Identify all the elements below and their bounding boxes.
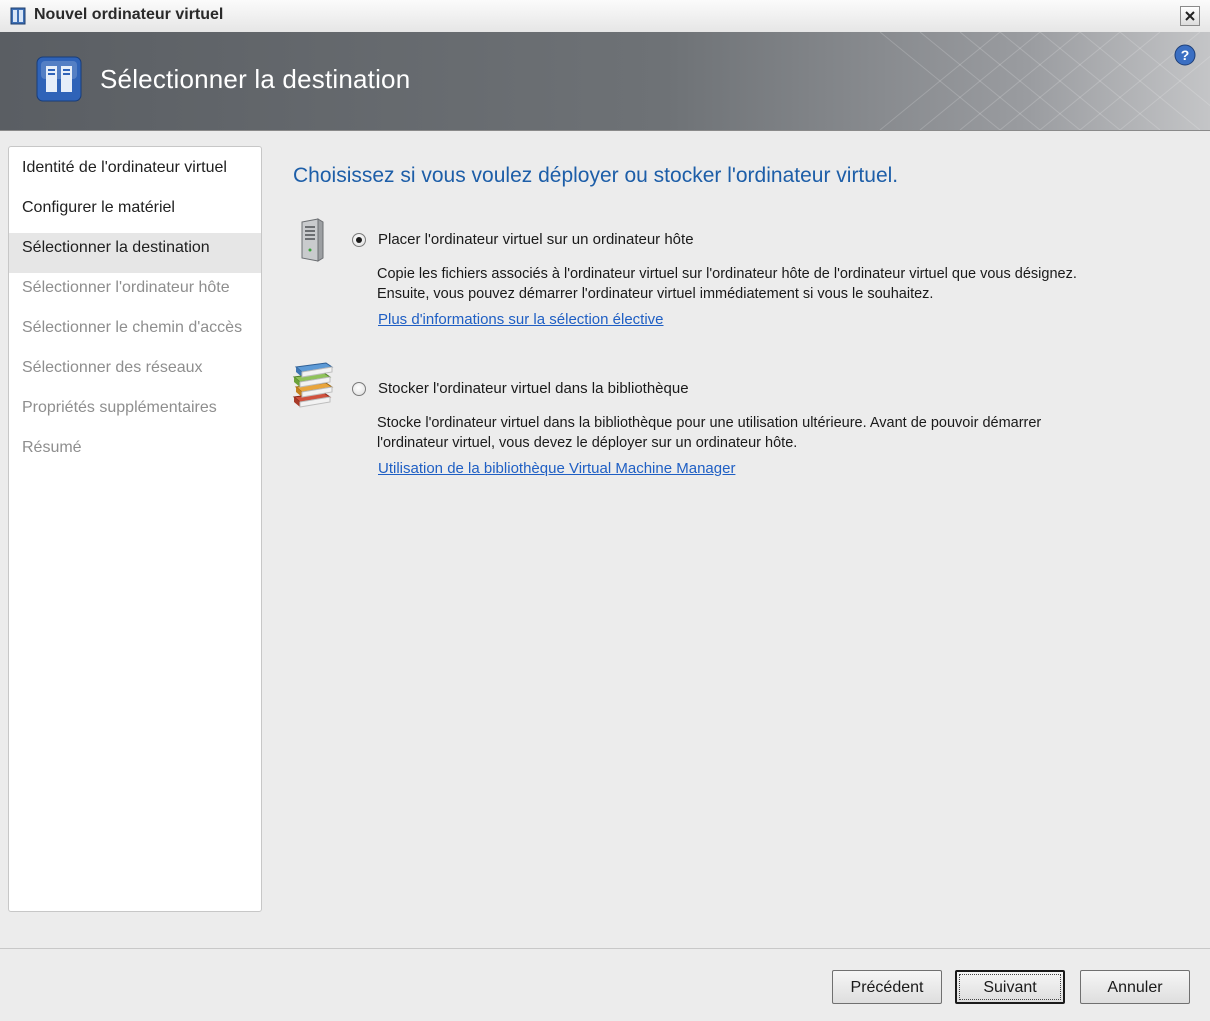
sidebar-item-chemin[interactable]: Sélectionner le chemin d'accès <box>9 313 261 353</box>
previous-button[interactable]: Précédent <box>832 970 942 1004</box>
option-store-description: Stocke l'ordinateur virtuel dans la bibl… <box>377 413 1167 453</box>
sidebar-item-identite[interactable]: Identité de l'ordinateur virtuel <box>9 153 261 193</box>
cancel-button[interactable]: Annuler <box>1080 970 1190 1004</box>
server-doc-icon <box>10 7 26 25</box>
option-deploy-description: Copie les fichiers associés à l'ordinate… <box>377 264 1167 304</box>
svg-text:?: ? <box>1181 47 1190 63</box>
window-title: Nouvel ordinateur virtuel <box>34 6 224 23</box>
close-icon <box>1185 11 1195 21</box>
library-usage-link[interactable]: Utilisation de la bibliothèque Virtual M… <box>378 460 735 477</box>
sidebar-item-destination[interactable]: Sélectionner la destination <box>9 233 261 273</box>
main-heading: Choisissez si vous voulez déployer ou st… <box>293 164 899 187</box>
wizard-steps-sidebar: Identité de l'ordinateur virtuel Configu… <box>8 146 262 912</box>
sidebar-item-materiel[interactable]: Configurer le matériel <box>9 193 261 233</box>
option-store-radio[interactable] <box>352 382 366 396</box>
sidebar-item-proprietes[interactable]: Propriétés supplémentaires <box>9 393 261 433</box>
footer-divider <box>0 948 1210 949</box>
help-icon[interactable]: ? <box>1174 44 1196 66</box>
sidebar-item-resume[interactable]: Résumé <box>9 433 261 473</box>
option-store-label[interactable]: Stocker l'ordinateur virtuel dans la bib… <box>378 380 689 397</box>
next-button[interactable]: Suivant <box>955 970 1065 1004</box>
deploy-info-link[interactable]: Plus d'informations sur la sélection éle… <box>378 311 664 328</box>
server-icon <box>301 218 324 262</box>
wizard-header: Sélectionner la destination ? <box>0 32 1210 131</box>
option-deploy-radio[interactable] <box>352 233 366 247</box>
option-deploy-desc-line2: Ensuite, vous pouvez démarrer l'ordinate… <box>377 286 934 302</box>
page-title: Sélectionner la destination <box>100 64 411 94</box>
option-deploy-label[interactable]: Placer l'ordinateur virtuel sur un ordin… <box>378 231 694 248</box>
option-deploy-desc-line1: Copie les fichiers associés à l'ordinate… <box>377 266 1077 282</box>
sidebar-item-hote[interactable]: Sélectionner l'ordinateur hôte <box>9 273 261 313</box>
wizard-page-icon <box>36 56 82 102</box>
option-store-desc-line1: Stocke l'ordinateur virtuel dans la bibl… <box>377 415 1042 431</box>
window-titlebar: Nouvel ordinateur virtuel <box>0 0 1210 33</box>
sidebar-item-reseaux[interactable]: Sélectionner des réseaux <box>9 353 261 393</box>
library-books-icon <box>292 362 334 408</box>
option-store-desc-line2: l'ordinateur virtuel, vous devez le dépl… <box>377 435 798 451</box>
close-button[interactable] <box>1180 6 1200 26</box>
